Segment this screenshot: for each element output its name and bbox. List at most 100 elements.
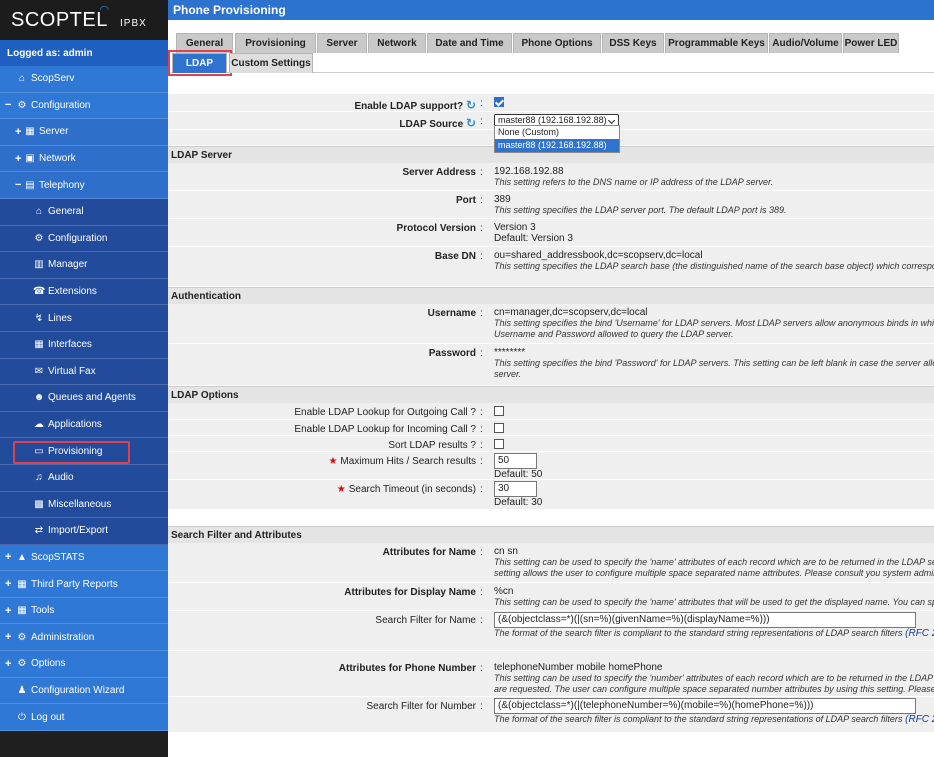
sidebar-item-label: Queues and Agents: [48, 392, 136, 404]
sidebar-item-scopstats[interactable]: + ▲ ScopSTATS: [0, 544, 168, 572]
tab-power-led[interactable]: Power LED: [843, 33, 899, 53]
sidebar-item-label: Extensions: [48, 286, 97, 298]
password-row: Password: ******** This setting specifies…: [168, 344, 934, 386]
sidebar-item-label: Configuration Wizard: [31, 684, 125, 696]
tab-provisioning[interactable]: Provisioning: [235, 33, 316, 53]
sidebar-item-label: ScopSTATS: [31, 551, 85, 563]
sidebar-item-configuration-wizard[interactable]: ♟ Configuration Wizard: [0, 677, 168, 705]
sidebar-item-server[interactable]: + ▦ Server: [0, 119, 168, 146]
rfc-link[interactable]: (RFC 2254: [905, 714, 934, 725]
rfc-link[interactable]: (RFC 2254: [905, 628, 934, 639]
expand-icon[interactable]: +: [5, 578, 11, 590]
sidebar-item-applications[interactable]: ☁ Applications: [0, 411, 168, 439]
sidebar-item-label: Configuration: [31, 99, 91, 111]
tab-audio-volume[interactable]: Audio/Volume: [769, 33, 842, 53]
sort-results-checkbox[interactable]: [494, 439, 504, 450]
port-value: 389: [494, 194, 511, 205]
collapse-icon[interactable]: −: [5, 99, 11, 111]
sidebar-item-virtual-fax[interactable]: ✉ Virtual Fax: [0, 358, 168, 386]
sidebar-item-configuration[interactable]: − ⚙ Configuration: [0, 92, 168, 120]
collapse-icon[interactable]: −: [15, 179, 21, 191]
incoming-lookup-checkbox[interactable]: [494, 423, 504, 434]
tools-icon: ▦: [17, 605, 27, 617]
base-dn-value: ou=shared_addressbook,dc=scopserv,dc=loc…: [494, 250, 703, 261]
chart-icon: ▲: [17, 551, 27, 563]
sidebar-item-queues-and-agents[interactable]: ☻ Queues and Agents: [0, 385, 168, 412]
provisioning-highlight: [13, 441, 130, 464]
sidebar-item-options[interactable]: + ⚙ Options: [0, 651, 168, 678]
tab-ldap[interactable]: LDAP: [172, 53, 227, 73]
tab-phone-options[interactable]: Phone Options: [513, 33, 601, 53]
expand-icon[interactable]: +: [15, 153, 21, 165]
gear-icon: ⚙: [17, 99, 27, 111]
enable-ldap-row: Enable LDAP support? ↻ :: [168, 94, 934, 112]
network-icon: ▣: [25, 153, 35, 165]
expand-icon[interactable]: +: [5, 551, 11, 563]
sidebar-item-miscellaneous[interactable]: ▩ Miscellaneous: [0, 491, 168, 519]
sidebar-item-log-out[interactable]: ⏻ Log out: [0, 704, 168, 731]
sidebar-item-general[interactable]: ⌂ General: [0, 198, 168, 226]
ldap-source-dropdown[interactable]: None (Custom) master88 (192.168.192.88): [494, 125, 620, 153]
outgoing-lookup-checkbox[interactable]: [494, 406, 504, 417]
protocol-row: Protocol Version: Version 3 Default: Vers…: [168, 219, 934, 247]
extensions-icon: ☎: [33, 286, 46, 298]
name-attributes-row: Attributes for Name: cn sn This setting c…: [168, 543, 934, 583]
search-filter-number-input[interactable]: (&(objectclass=*)(|(telephoneNumber=%)(m…: [494, 698, 916, 714]
dropdown-option[interactable]: None (Custom): [495, 126, 619, 139]
tab-server[interactable]: Server: [317, 33, 367, 53]
tab-dss-keys[interactable]: DSS Keys: [602, 33, 664, 53]
logged-as: Logged as: admin: [0, 40, 168, 66]
incoming-row: Enable LDAP Lookup for Incoming Call ?:: [168, 420, 934, 436]
sidebar-item-lines[interactable]: ↯ Lines: [0, 305, 168, 332]
sidebar-item-network[interactable]: + ▣ Network: [0, 145, 168, 173]
timeout-input[interactable]: 30: [494, 481, 537, 497]
sidebar-item-tools[interactable]: + ▦ Tools: [0, 597, 168, 625]
gear-icon: ⚙: [34, 232, 44, 244]
sidebar-item-label: Applications: [48, 419, 102, 431]
timeout-row: ★ Search Timeout (in seconds): 30 Default:…: [168, 480, 934, 510]
sidebar-item-configuration[interactable]: ⚙ Configuration: [0, 225, 168, 253]
sidebar-item-extensions[interactable]: ☎ Extensions: [0, 278, 168, 306]
sidebar-item-import-export[interactable]: ⇄ Import/Export: [0, 518, 168, 545]
expand-icon[interactable]: +: [5, 658, 11, 670]
brand-logo[interactable]: SCOPTEL ◜◝ IPBX: [0, 0, 168, 40]
sidebar-item-label: Options: [31, 658, 66, 670]
max-hits-input[interactable]: 50: [494, 453, 537, 469]
sidebar-item-audio[interactable]: ♫ Audio: [0, 464, 168, 492]
tab-programmable-keys[interactable]: Programmable Keys: [665, 33, 768, 53]
sidebar: SCOPTEL ◜◝ IPBX Logged as: admin ⌂ ScopSe…: [0, 0, 168, 757]
sidebar-item-label: Lines: [48, 312, 72, 324]
tab-network[interactable]: Network: [368, 33, 426, 53]
username-row: Username: cn=manager,dc=scopserv,dc=loca…: [168, 304, 934, 344]
search-filter-number-row: Search Filter for Number: (&(objectclass…: [168, 697, 934, 733]
sidebar-item-manager[interactable]: ▥ Manager: [0, 252, 168, 279]
expand-icon[interactable]: +: [5, 605, 11, 617]
section-ldap-options: LDAP Options: [168, 386, 934, 403]
refresh-icon[interactable]: ↻: [466, 98, 476, 112]
enable-ldap-checkbox[interactable]: [494, 97, 504, 108]
sidebar-item-label: Server: [39, 126, 69, 138]
section-authentication: Authentication: [168, 287, 934, 304]
server-icon: ▦: [25, 126, 35, 138]
search-filter-name-input[interactable]: (&(objectclass=*)(|(sn=%)(givenName=%)(d…: [494, 612, 916, 628]
expand-icon[interactable]: +: [5, 631, 11, 643]
signal-icon: ◜◝: [100, 4, 109, 16]
gear-icon: ⚙: [17, 658, 27, 670]
dropdown-option-selected[interactable]: master88 (192.168.192.88): [495, 139, 619, 152]
house-icon: ⌂: [18, 73, 26, 85]
sidebar-item-label: Tools: [31, 605, 55, 617]
tab-custom-settings[interactable]: Custom Settings: [229, 53, 313, 73]
sidebar-item-label: Manager: [48, 259, 88, 271]
sidebar-item-label: Log out: [31, 711, 65, 723]
expand-icon[interactable]: +: [15, 126, 21, 138]
refresh-icon[interactable]: ↻: [466, 116, 476, 130]
phone-attributes-row: Attributes for Phone Number: telephoneNu…: [168, 651, 934, 697]
tab-date-and-time[interactable]: Date and Time: [427, 33, 512, 53]
audio-icon: ♫: [35, 472, 43, 484]
sidebar-item-scopserv[interactable]: ⌂ ScopServ: [0, 66, 168, 93]
sidebar-item-telephony[interactable]: − ▤ Telephony: [0, 172, 168, 199]
sidebar-item-administration[interactable]: + ⚙ Administration: [0, 624, 168, 652]
sidebar-item-third-party-reports[interactable]: + ▦ Third Party Reports: [0, 571, 168, 598]
sidebar-item-interfaces[interactable]: ▦ Interfaces: [0, 331, 168, 359]
base-dn-row: Base DN: ou=shared_addressbook,dc=scopse…: [168, 247, 934, 287]
